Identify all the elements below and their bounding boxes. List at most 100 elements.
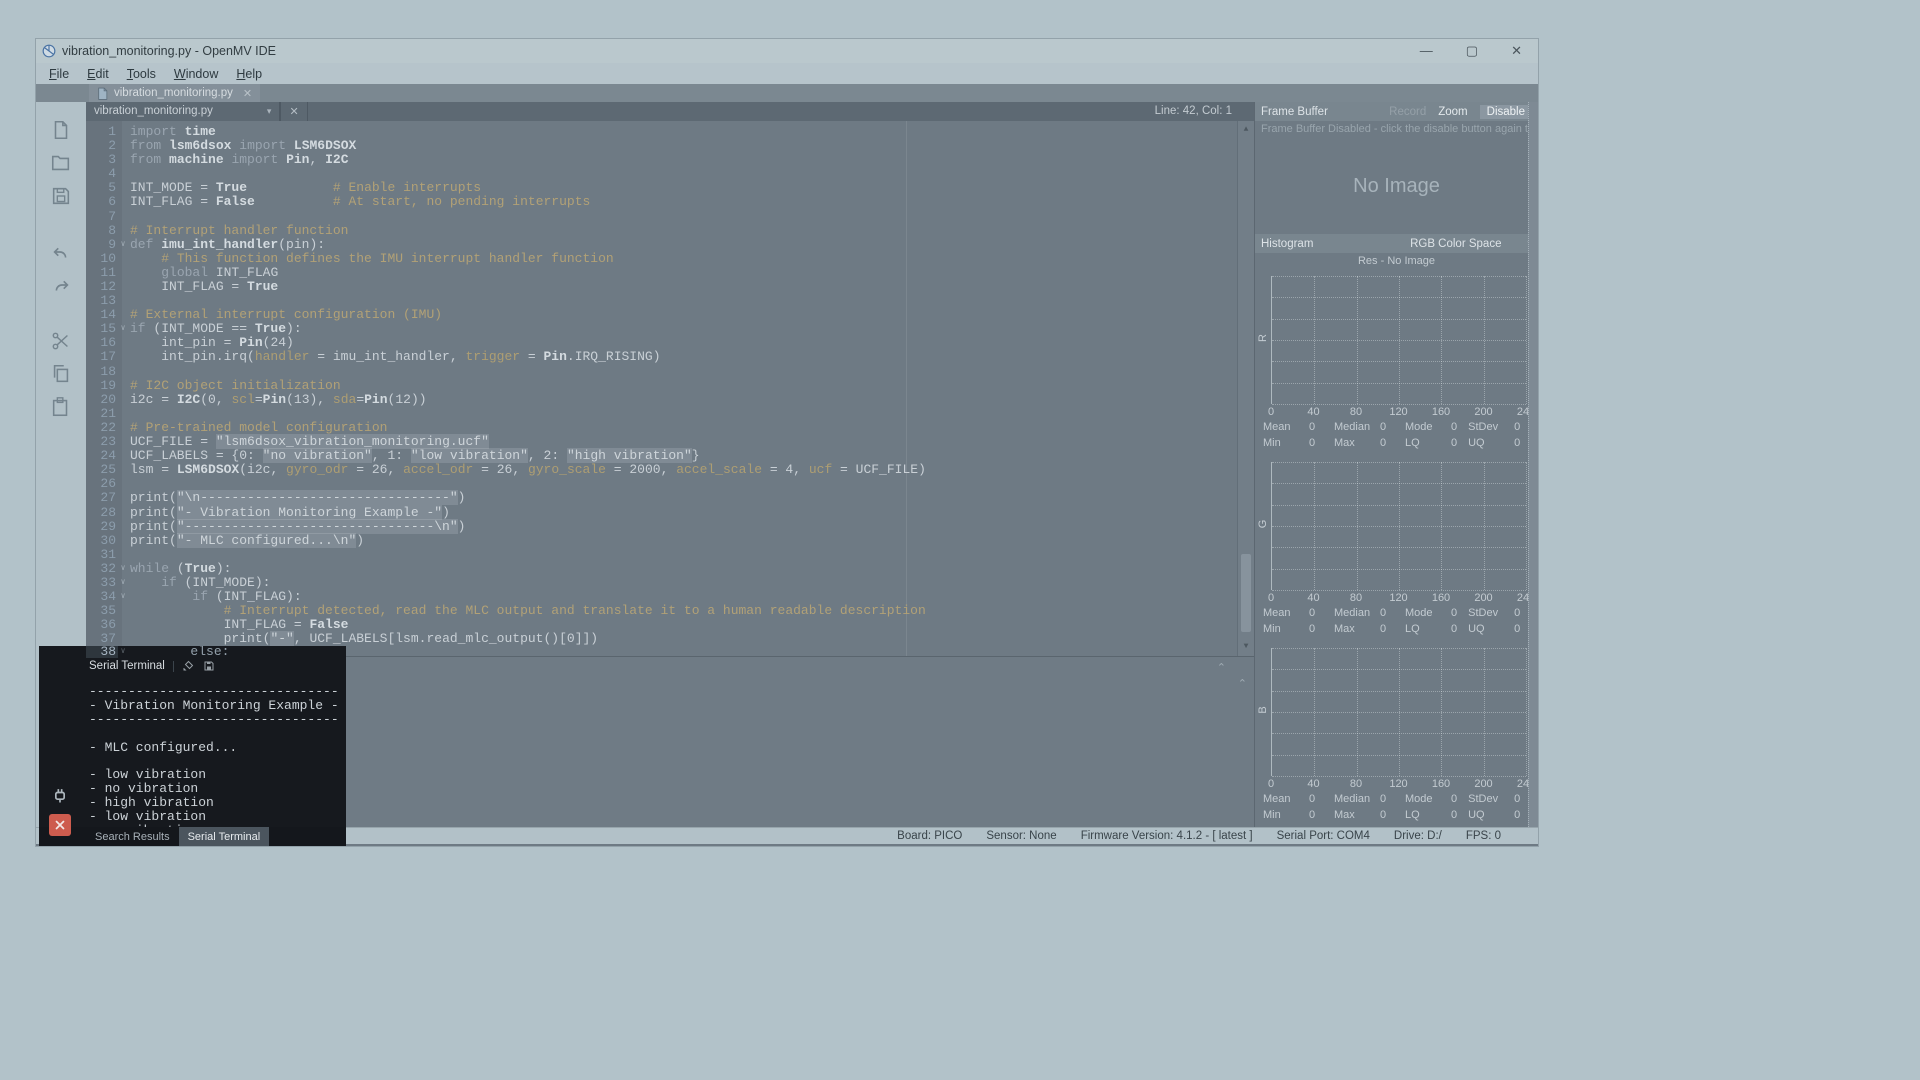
chevron-up-icon[interactable]: ⌃ [1238,677,1247,690]
terminal-line: -------------------------------- [89,685,346,699]
file-selector-dropdown[interactable]: vibration_monitoring.py ▾ [86,102,280,121]
save-file-icon[interactable] [49,184,73,208]
code-text: print("-", UCF_LABELS[lsm.read_mlc_outpu… [128,632,598,646]
gutter-space [118,632,128,646]
code-line: 30print("- MLC configured...\n") [86,534,1238,548]
x-axis-ticks: 04080120160200240 [1271,404,1526,419]
line-number: 28 [86,506,118,520]
menu-help[interactable]: Help [227,65,271,83]
code-text: # I2C object initialization [128,379,341,393]
window-title: vibration_monitoring.py - OpenMV IDE [62,44,276,58]
redo-icon[interactable] [49,273,73,297]
minimize-button[interactable]: — [1420,39,1433,63]
fold-icon[interactable]: ∨ [118,238,128,252]
code-text: print("--------------------------------\… [128,520,465,534]
copy-icon[interactable] [49,362,73,386]
stat-label: LQ [1405,809,1451,821]
code-text: if (INT_FLAG): [128,590,302,604]
line-number: 36 [86,618,118,632]
fold-icon[interactable]: ∨ [118,576,128,590]
close-button[interactable]: ✕ [1511,39,1522,63]
gridline [1272,547,1526,548]
chevron-up-icon[interactable]: ⌃ [1217,661,1226,674]
document-tab-strip: vibration_monitoring.py ✕ [36,84,1538,102]
menu-edit[interactable]: Edit [78,65,118,83]
panel-scrollbar[interactable] [1528,102,1538,827]
code-text: print("- Vibration Monitoring Example -"… [128,506,450,520]
code-editor[interactable]: 1import time2from lsm6dsox import LSM6DS… [86,121,1254,656]
line-number: 3 [86,153,118,167]
stats-row: Min0Max0LQ0UQ0 [1257,435,1526,451]
connect-button[interactable] [49,784,71,806]
terminal-line: - MLC configured... [89,741,346,755]
code-line: 33∨ if (INT_MODE): [86,576,1238,590]
tab-serial-terminal[interactable]: Serial Terminal [179,827,270,846]
gridline [1272,462,1526,463]
code-text: # Pre-trained model configuration [128,421,387,435]
fold-icon[interactable]: ∨ [118,562,128,576]
record-button: Record [1389,106,1426,118]
gutter-space [118,534,128,548]
gutter-space [118,308,128,322]
menu-tools[interactable]: Tools [118,65,165,83]
tick-label: 200 [1474,592,1492,604]
gutter-space [118,224,128,238]
stat-value: 0 [1380,623,1386,635]
code-text [128,294,130,308]
title-bar: vibration_monitoring.py - OpenMV IDE — ▢… [36,39,1538,63]
gridline [1272,712,1526,713]
open-file-icon[interactable] [49,151,73,175]
histogram-plot [1271,648,1526,776]
code-text: # External interrupt configuration (IMU) [128,308,442,322]
tick-label: 160 [1432,592,1450,604]
code-line: 22# Pre-trained model configuration [86,421,1238,435]
menu-window[interactable]: Window [165,65,227,83]
code-text [128,477,130,491]
terminal-output[interactable]: --------------------------------- Vibrat… [39,674,346,838]
tab-vibration-monitoring[interactable]: vibration_monitoring.py ✕ [89,84,260,102]
scrollbar-thumb[interactable] [1241,554,1251,632]
stat: Min0 [1263,623,1334,635]
x-axis-ticks: 04080120160200240 [1271,776,1526,791]
tab-close-icon[interactable]: ✕ [243,87,252,100]
maximize-button[interactable]: ▢ [1466,39,1478,63]
line-number: 26 [86,477,118,491]
code-text: INT_FLAG = False [128,618,348,632]
new-file-icon[interactable] [49,118,73,142]
undo-icon[interactable] [49,240,73,264]
gridline [1272,383,1526,384]
code-line: 11 global INT_FLAG [86,266,1238,280]
save-log-icon[interactable] [203,660,216,673]
scroll-up-icon[interactable]: ▲ [1238,123,1254,137]
color-space-dropdown[interactable]: RGB Color Space ▾ [1410,238,1532,250]
code-text: print("\n-------------------------------… [128,491,465,505]
status-item: Drive: D:/ [1394,830,1442,842]
fold-icon[interactable]: ∨ [118,646,128,658]
stat-value: 0 [1380,793,1386,805]
cut-icon[interactable] [49,329,73,353]
channel-label: R [1257,331,1269,345]
paste-icon[interactable] [49,395,73,419]
menu-file[interactable]: File [40,65,78,83]
tab-search-results[interactable]: Search Results [86,827,179,846]
editor-scrollbar[interactable]: ▲ ▼ [1237,121,1254,656]
terminal-line [89,727,346,741]
stop-script-button[interactable] [49,814,71,836]
gutter-space [118,463,128,477]
line-number: 29 [86,520,118,534]
stat-value: 0 [1451,623,1457,635]
fold-icon[interactable]: ∨ [118,322,128,336]
editor-close-icon[interactable]: ✕ [280,102,307,121]
stat: Median0 [1334,607,1405,619]
code-line: 12 INT_FLAG = True [86,280,1238,294]
clear-terminal-icon[interactable] [182,660,195,673]
gutter-space [118,506,128,520]
scroll-down-icon[interactable]: ▼ [1238,640,1254,654]
code-text: INT_MODE = True # Enable interrupts [128,181,481,195]
code-text: lsm = LSM6DSOX(i2c, gyro_odr = 26, accel… [128,463,926,477]
disable-button[interactable]: Disable [1480,105,1532,119]
fold-icon[interactable]: ∨ [118,590,128,604]
zoom-button[interactable]: Zoom [1438,106,1467,118]
code-text: int_pin.irq(handler = imu_int_handler, t… [128,350,661,364]
code-line: 1import time [86,125,1238,139]
